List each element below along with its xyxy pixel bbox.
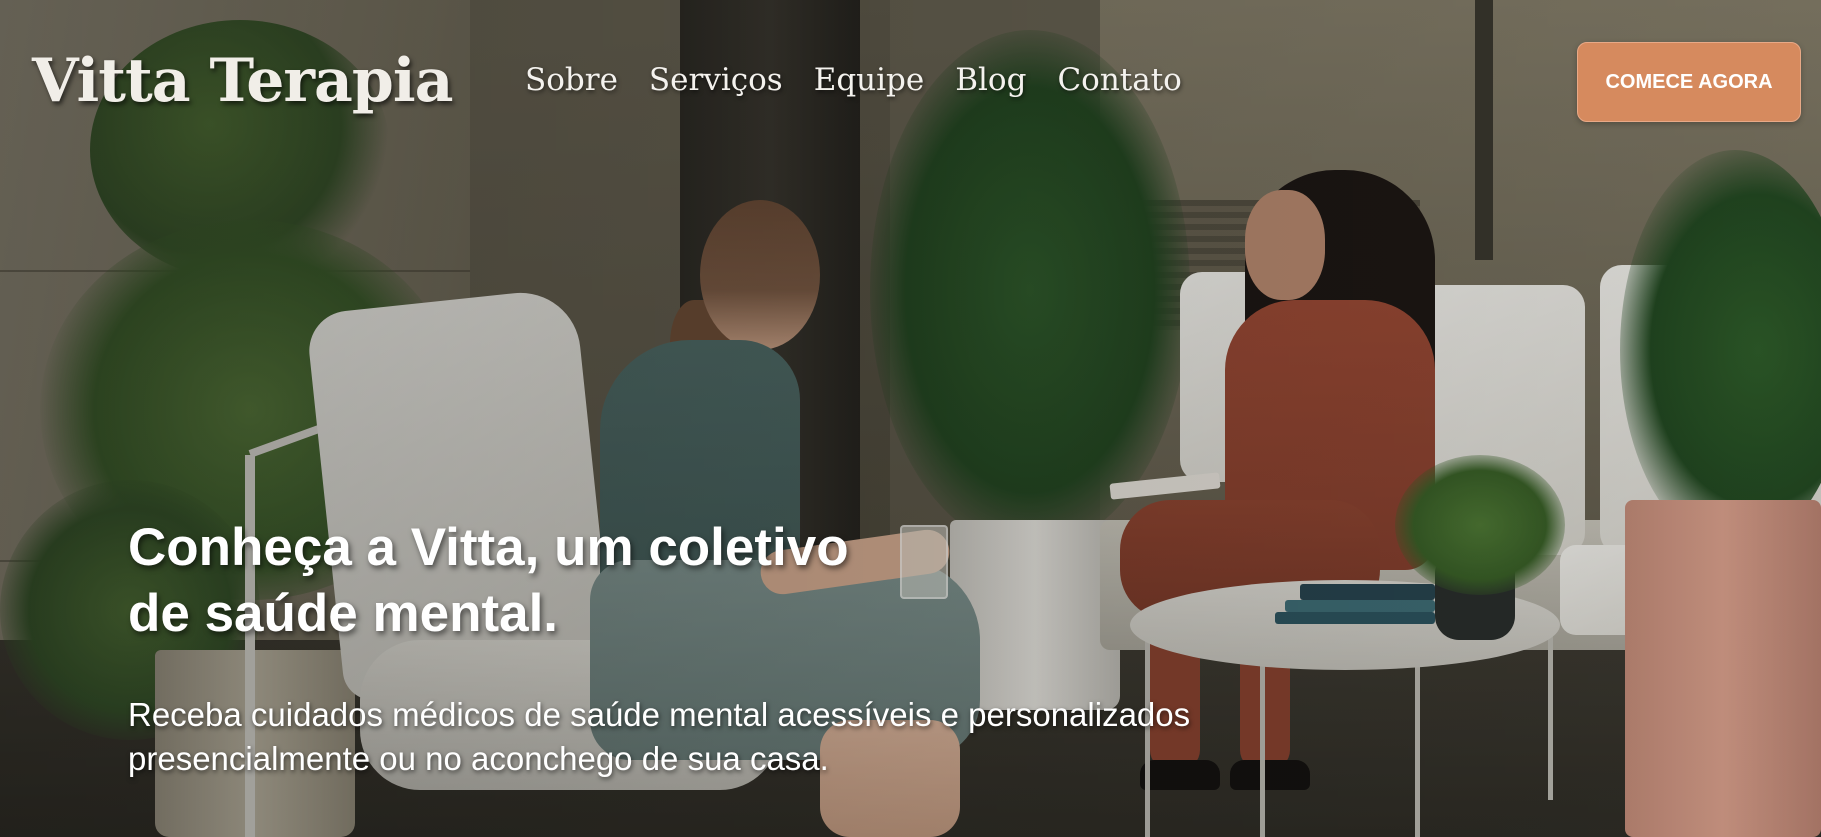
start-now-button[interactable]: COMECE AGORA — [1577, 42, 1801, 122]
nav-link-contato[interactable]: Contato — [1057, 56, 1181, 104]
site-logo[interactable]: Vitta Terapia — [32, 40, 454, 122]
nav-link-blog[interactable]: Blog — [955, 56, 1026, 104]
hero-subtitle: Receba cuidados médicos de saúde mental … — [128, 696, 1191, 777]
nav-link-servicos[interactable]: Serviços — [649, 56, 783, 104]
hero-heading: Conheça a Vitta, um coletivo de saúde me… — [128, 518, 849, 643]
nav-link-sobre[interactable]: Sobre — [525, 56, 618, 104]
nav-link-equipe[interactable]: Equipe — [814, 56, 925, 104]
main-nav: Sobre Serviços Equipe Blog Contato — [525, 56, 1213, 104]
site-header: Vitta Terapia Sobre Serviços Equipe Blog… — [0, 0, 1821, 160]
